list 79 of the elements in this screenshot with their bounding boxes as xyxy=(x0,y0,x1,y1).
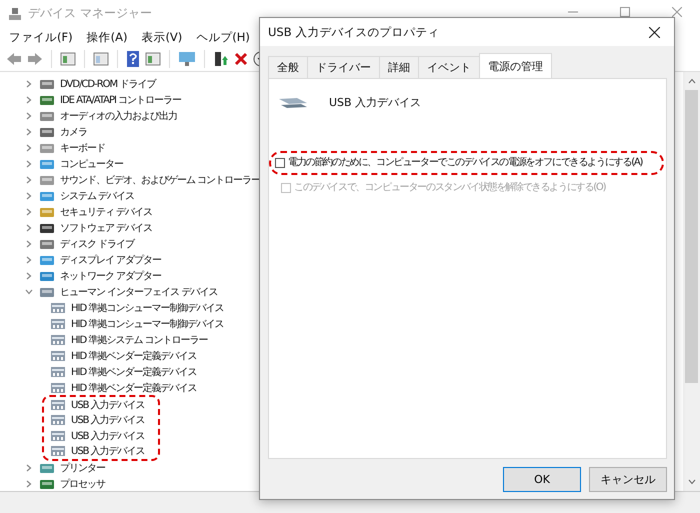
tree-item[interactable]: カメラ xyxy=(60,125,87,139)
tree-item[interactable]: キーボード xyxy=(60,141,105,155)
tree-item[interactable]: USB 入力デバイス xyxy=(71,398,145,412)
device-icon xyxy=(39,477,55,491)
device-icon xyxy=(39,237,55,251)
tree-item[interactable]: HID 準拠ベンダー定義デバイス xyxy=(71,349,196,363)
close-icon[interactable] xyxy=(649,26,660,38)
device-icon xyxy=(39,157,55,171)
keyboard-device-icon xyxy=(50,317,66,331)
dialog-button[interactable]: OK xyxy=(503,466,581,492)
dialog-title: USB 入力デバイスのプロパティ xyxy=(268,24,440,40)
window-title: デバイス マネージャー xyxy=(28,5,152,22)
tree-item[interactable]: コンピューター xyxy=(60,157,123,171)
panel-icon[interactable] xyxy=(145,51,161,67)
delete-icon[interactable] xyxy=(234,52,248,66)
tree-item[interactable]: USB 入力デバイス xyxy=(71,444,145,458)
scroll-down-icon[interactable] xyxy=(688,479,696,485)
device-name: USB 入力デバイス xyxy=(329,95,422,110)
tree-item[interactable]: DVD/CD-ROM ドライブ xyxy=(60,77,156,91)
device-icon xyxy=(39,173,55,187)
app-icon xyxy=(8,6,22,20)
tree-item[interactable]: HID 準拠コンシューマー制御デバイス xyxy=(71,317,224,331)
keyboard-device-icon xyxy=(50,301,66,315)
properties-icon[interactable] xyxy=(93,51,109,67)
menu-item[interactable]: 表示(V) xyxy=(136,30,188,44)
tree-item[interactable]: セキュリティ デバイス xyxy=(60,205,152,219)
keyboard-device-icon xyxy=(50,413,66,428)
keyboard-device-icon xyxy=(50,381,66,395)
menu-item[interactable]: 操作(A) xyxy=(82,30,132,44)
tree-item[interactable]: HID 準拠ベンダー定義デバイス xyxy=(71,381,196,395)
tree-item[interactable]: プロセッサ xyxy=(60,477,105,491)
tree-item[interactable]: USB 入力デバイス xyxy=(71,428,145,443)
menu-item[interactable]: ファイル(F) xyxy=(4,30,78,44)
menu-item[interactable]: ヘルプ(H) xyxy=(191,30,255,44)
panel-icon[interactable] xyxy=(60,51,76,67)
keyboard-device-icon xyxy=(50,428,66,443)
device-icon xyxy=(39,77,55,91)
tree-item[interactable]: IDE ATA/ATAPI コントローラー xyxy=(60,93,182,107)
usb-device-icon xyxy=(277,95,309,111)
device-icon xyxy=(39,221,55,235)
tree-item[interactable]: システム デバイス xyxy=(60,189,134,203)
tab[interactable]: 全般 xyxy=(268,56,308,78)
device-icon xyxy=(39,189,55,203)
monitor-icon[interactable] xyxy=(178,51,196,67)
tree-item[interactable]: ディスプレイ アダプター xyxy=(60,253,162,267)
device-icon xyxy=(39,461,55,475)
add-device-icon[interactable] xyxy=(213,51,229,67)
keyboard-device-icon xyxy=(50,333,66,347)
tree-item[interactable]: オーディオの入力および出力 xyxy=(60,109,177,123)
scroll-up-icon[interactable] xyxy=(688,78,696,84)
dialog-button[interactable]: キャンセル xyxy=(589,466,667,492)
back-icon[interactable] xyxy=(6,52,22,66)
keyboard-device-icon xyxy=(50,398,66,412)
tree-item[interactable]: プリンター xyxy=(60,461,105,475)
keyboard-device-icon xyxy=(50,444,66,458)
device-icon xyxy=(39,125,55,139)
keyboard-device-icon xyxy=(50,365,66,379)
tree-item[interactable]: ソフトウェア デバイス xyxy=(60,221,152,235)
tree-item[interactable]: ディスク ドライブ xyxy=(60,237,134,251)
forward-icon[interactable] xyxy=(27,52,43,66)
tab[interactable]: 電源の管理 xyxy=(479,53,552,78)
help-icon[interactable] xyxy=(126,51,140,67)
tree-item[interactable]: ヒューマン インターフェイス デバイス xyxy=(60,285,218,299)
maximize-icon[interactable] xyxy=(620,7,630,17)
device-icon xyxy=(39,285,55,299)
tree-item[interactable]: HID 準拠コンシューマー制御デバイス xyxy=(71,301,224,315)
device-icon xyxy=(39,269,55,283)
tree-item[interactable]: HID 準拠ベンダー定義デバイス xyxy=(71,365,196,379)
tree-item[interactable]: USB 入力デバイス xyxy=(71,413,145,428)
scrollbar[interactable] xyxy=(683,72,700,491)
keyboard-device-icon xyxy=(50,349,66,363)
device-icon xyxy=(39,205,55,219)
tree-item[interactable]: HID 準拠システム コントローラー xyxy=(71,333,208,347)
device-icon xyxy=(39,109,55,123)
device-icon xyxy=(39,141,55,155)
tree-item[interactable]: ネットワーク アダプター xyxy=(60,269,162,283)
device-icon xyxy=(39,253,55,267)
checkbox-option[interactable]: 電力の節約のために、コンピューターでこのデバイスの電源をオフにできるようにする(A) xyxy=(275,156,658,170)
device-icon xyxy=(39,93,55,107)
